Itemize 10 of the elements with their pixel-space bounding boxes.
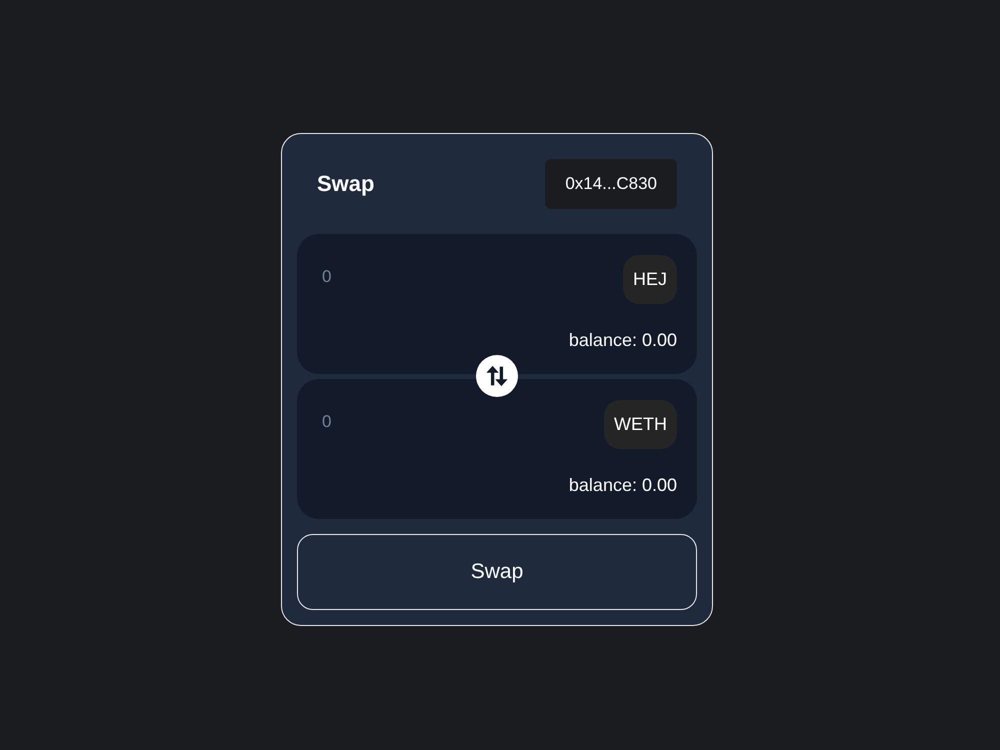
token-select-button[interactable]: WETH bbox=[604, 400, 677, 448]
card-title: Swap bbox=[317, 170, 374, 196]
up-down-arrows-icon bbox=[486, 365, 508, 387]
wallet-address-button[interactable]: 0x14...C830 bbox=[545, 158, 677, 208]
balance-label: balance: 0.00 bbox=[568, 328, 677, 350]
balance-label: balance: 0.00 bbox=[568, 474, 677, 496]
swap-button[interactable]: Swap bbox=[297, 534, 697, 610]
token-select-button[interactable]: HEJ bbox=[622, 254, 677, 304]
amount-field[interactable]: 0 bbox=[322, 408, 542, 436]
amount-field[interactable]: 0 bbox=[322, 263, 542, 291]
